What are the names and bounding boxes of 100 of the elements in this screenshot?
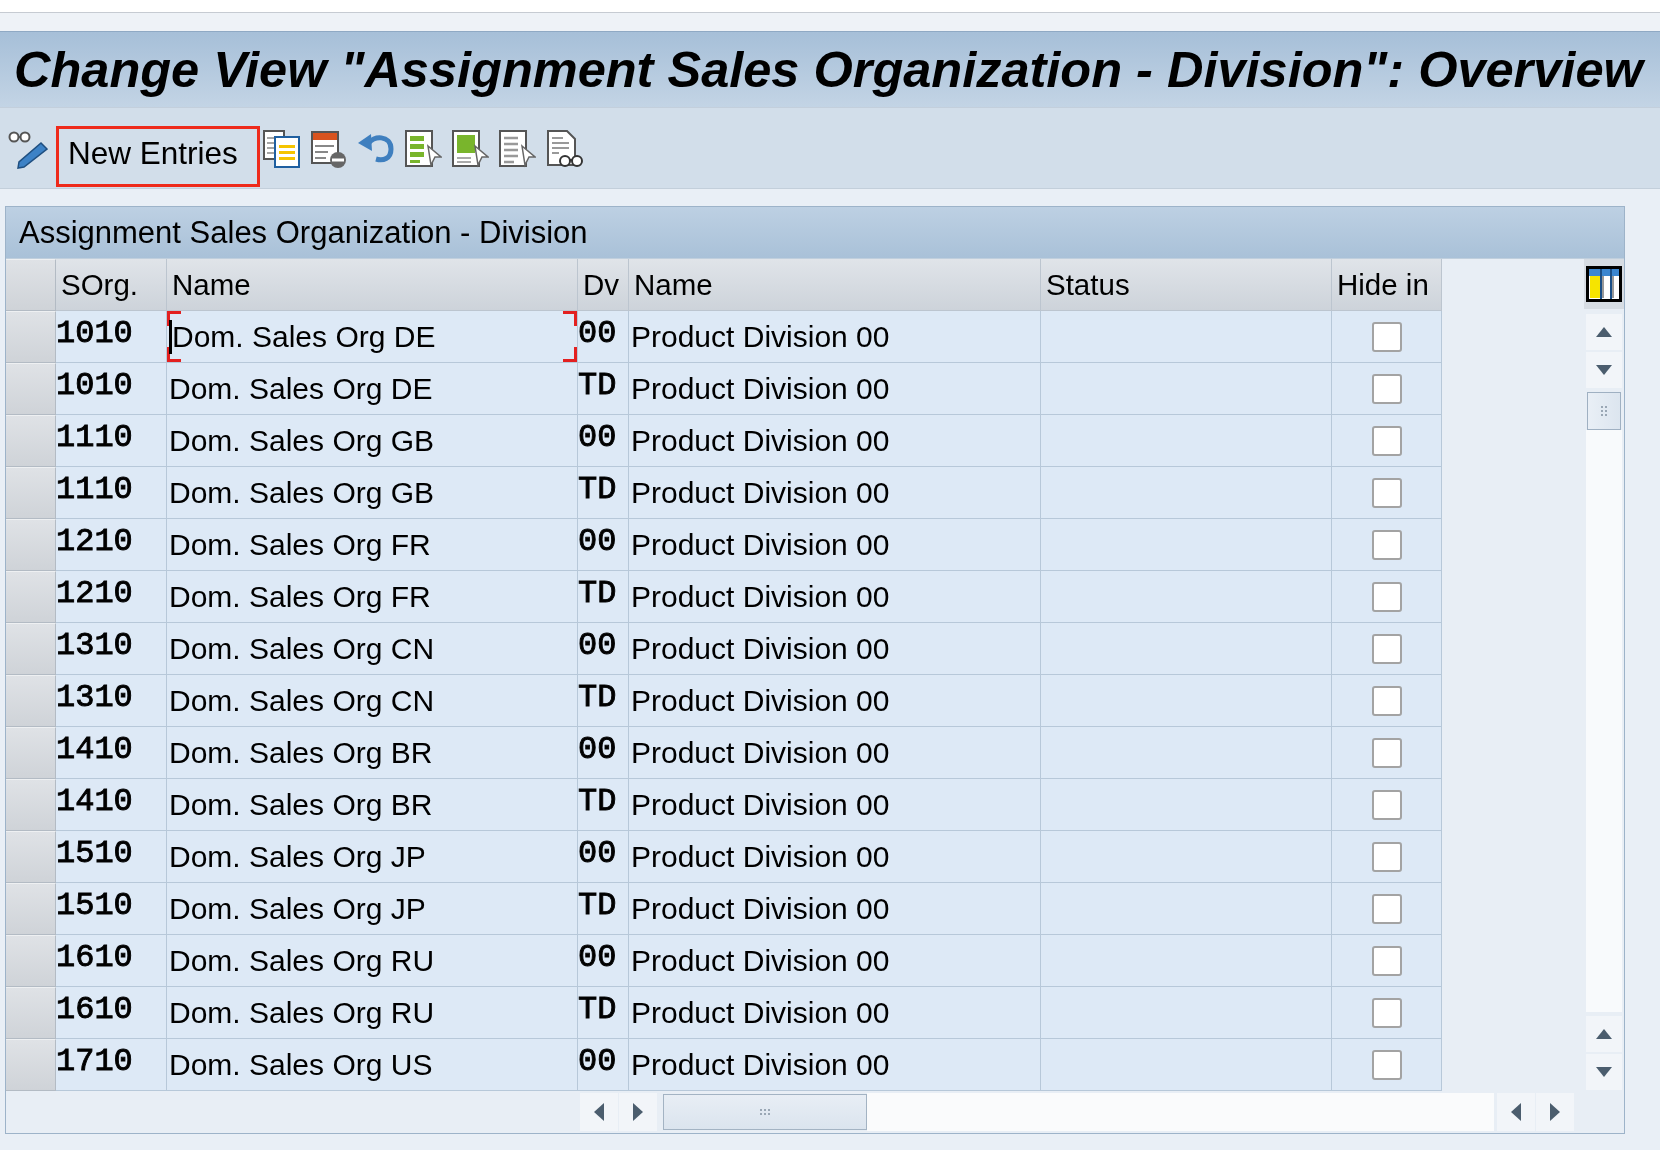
caret-down-icon <box>1596 365 1612 375</box>
table-cell: Product Division 00 <box>629 779 1041 831</box>
row-selector[interactable] <box>6 571 56 623</box>
scroll-up-button[interactable] <box>1586 314 1622 350</box>
row-selector[interactable] <box>6 467 56 519</box>
table-cell: 1310 <box>56 675 167 727</box>
scroll-down-button[interactable] <box>1586 352 1622 388</box>
row-selector[interactable] <box>6 831 56 883</box>
table-cell: Product Division 00 <box>629 363 1041 415</box>
checkbox[interactable] <box>1371 633 1402 664</box>
caret-left-icon <box>594 1103 604 1121</box>
checkbox[interactable] <box>1371 841 1402 872</box>
table-cell: Dom. Sales Org FR <box>167 571 578 623</box>
table-cell: Dom. Sales Org BR <box>167 779 578 831</box>
row-selector[interactable] <box>6 1039 56 1091</box>
scrollbar-thumb[interactable] <box>663 1094 867 1130</box>
scroll-right-button[interactable] <box>619 1093 657 1131</box>
caret-left-icon <box>1511 1103 1521 1121</box>
glasses-document-icon[interactable] <box>545 129 583 169</box>
table-cell: 1210 <box>56 519 167 571</box>
table-cell: Dom. Sales Org JP <box>167 831 578 883</box>
checkbox[interactable] <box>1371 529 1402 560</box>
select-all-button[interactable] <box>6 259 56 311</box>
table-cell: Product Division 00 <box>629 467 1041 519</box>
row-selector[interactable] <box>6 987 56 1039</box>
table-cell: 00 <box>578 415 629 467</box>
table-title: Assignment Sales Organization - Division <box>6 207 1624 259</box>
row-selector[interactable] <box>6 415 56 467</box>
column-header[interactable]: Name <box>629 259 1041 311</box>
table-cell: 1410 <box>56 727 167 779</box>
table-cell: Dom. Sales Org CN <box>167 623 578 675</box>
column-header[interactable]: Status <box>1041 259 1332 311</box>
table-cell: Dom. Sales Org US <box>167 1039 578 1091</box>
column-header[interactable]: SOrg. <box>56 259 167 311</box>
table-cell: Dom. Sales Org GB <box>167 415 578 467</box>
scroll-right-button[interactable] <box>1536 1093 1574 1131</box>
checkbox[interactable] <box>1371 685 1402 716</box>
row-selector[interactable] <box>6 727 56 779</box>
scroll-left-button[interactable] <box>580 1093 618 1131</box>
document-minus-icon[interactable] <box>310 129 348 169</box>
table-cell: 1510 <box>56 883 167 935</box>
checkbox[interactable] <box>1371 1049 1402 1080</box>
row-selector[interactable] <box>6 675 56 727</box>
plain-list-arrow-icon[interactable] <box>498 129 536 169</box>
caret-right-icon <box>633 1103 643 1121</box>
checkbox[interactable] <box>1371 893 1402 924</box>
checkbox[interactable] <box>1371 477 1402 508</box>
checkbox[interactable] <box>1371 737 1402 768</box>
new-entries-button[interactable]: New Entries <box>56 126 260 187</box>
column-header[interactable]: Hide in <box>1332 259 1442 311</box>
grip-icon <box>760 1109 770 1115</box>
table-cell: 1610 <box>56 935 167 987</box>
block-arrow-icon[interactable] <box>451 129 489 169</box>
table-cell: Product Division 00 <box>629 623 1041 675</box>
caret-up-icon <box>1596 327 1612 337</box>
copy-icon[interactable] <box>263 129 301 169</box>
checkbox[interactable] <box>1371 321 1402 352</box>
caret-down-icon <box>1596 1067 1612 1077</box>
table-cell: 00 <box>578 311 629 363</box>
row-selector[interactable] <box>6 779 56 831</box>
table-cell: Product Division 00 <box>629 987 1041 1039</box>
table-cell: 1310 <box>56 623 167 675</box>
table-cell: TD <box>578 987 629 1039</box>
table-cell: Product Division 00 <box>629 415 1041 467</box>
checkbox[interactable] <box>1371 789 1402 820</box>
table-cell: Product Division 00 <box>629 727 1041 779</box>
table-cell: TD <box>578 363 629 415</box>
row-selector[interactable] <box>6 935 56 987</box>
table-cell: Dom. Sales Org JP <box>167 883 578 935</box>
checkbox[interactable] <box>1371 373 1402 404</box>
table-cell: 00 <box>578 935 629 987</box>
row-selector[interactable] <box>6 363 56 415</box>
row-selector[interactable] <box>6 623 56 675</box>
row-selector[interactable] <box>6 883 56 935</box>
list-arrow-icon[interactable] <box>404 129 442 169</box>
table-cell: Dom. Sales Org BR <box>167 727 578 779</box>
column-header[interactable]: Dv <box>578 259 629 311</box>
scrollbar-thumb[interactable] <box>1587 392 1621 430</box>
table-cell: 1010 <box>56 363 167 415</box>
table-cell: Product Division 00 <box>629 883 1041 935</box>
row-selector[interactable] <box>6 311 56 363</box>
checkbox[interactable] <box>1371 997 1402 1028</box>
table-cell: TD <box>578 467 629 519</box>
glasses-pencil-icon[interactable] <box>8 129 48 169</box>
table-cell: Dom. Sales Org DE <box>167 363 578 415</box>
scroll-down-button[interactable] <box>1586 1054 1622 1090</box>
table-cell: TD <box>578 883 629 935</box>
table-cell: Dom. Sales Org RU <box>167 935 578 987</box>
table-settings-button[interactable] <box>1584 259 1624 309</box>
checkbox[interactable] <box>1371 581 1402 612</box>
scroll-up-button[interactable] <box>1586 1016 1622 1052</box>
table-cell: Product Division 00 <box>629 1039 1041 1091</box>
scroll-left-button[interactable] <box>1497 1093 1535 1131</box>
table-cell: Dom. Sales Org DE <box>167 311 578 363</box>
checkbox[interactable] <box>1371 945 1402 976</box>
table-cell: 00 <box>578 831 629 883</box>
row-selector[interactable] <box>6 519 56 571</box>
table-cell: Product Division 00 <box>629 831 1041 883</box>
column-header[interactable]: Name <box>167 259 578 311</box>
checkbox[interactable] <box>1371 425 1402 456</box>
